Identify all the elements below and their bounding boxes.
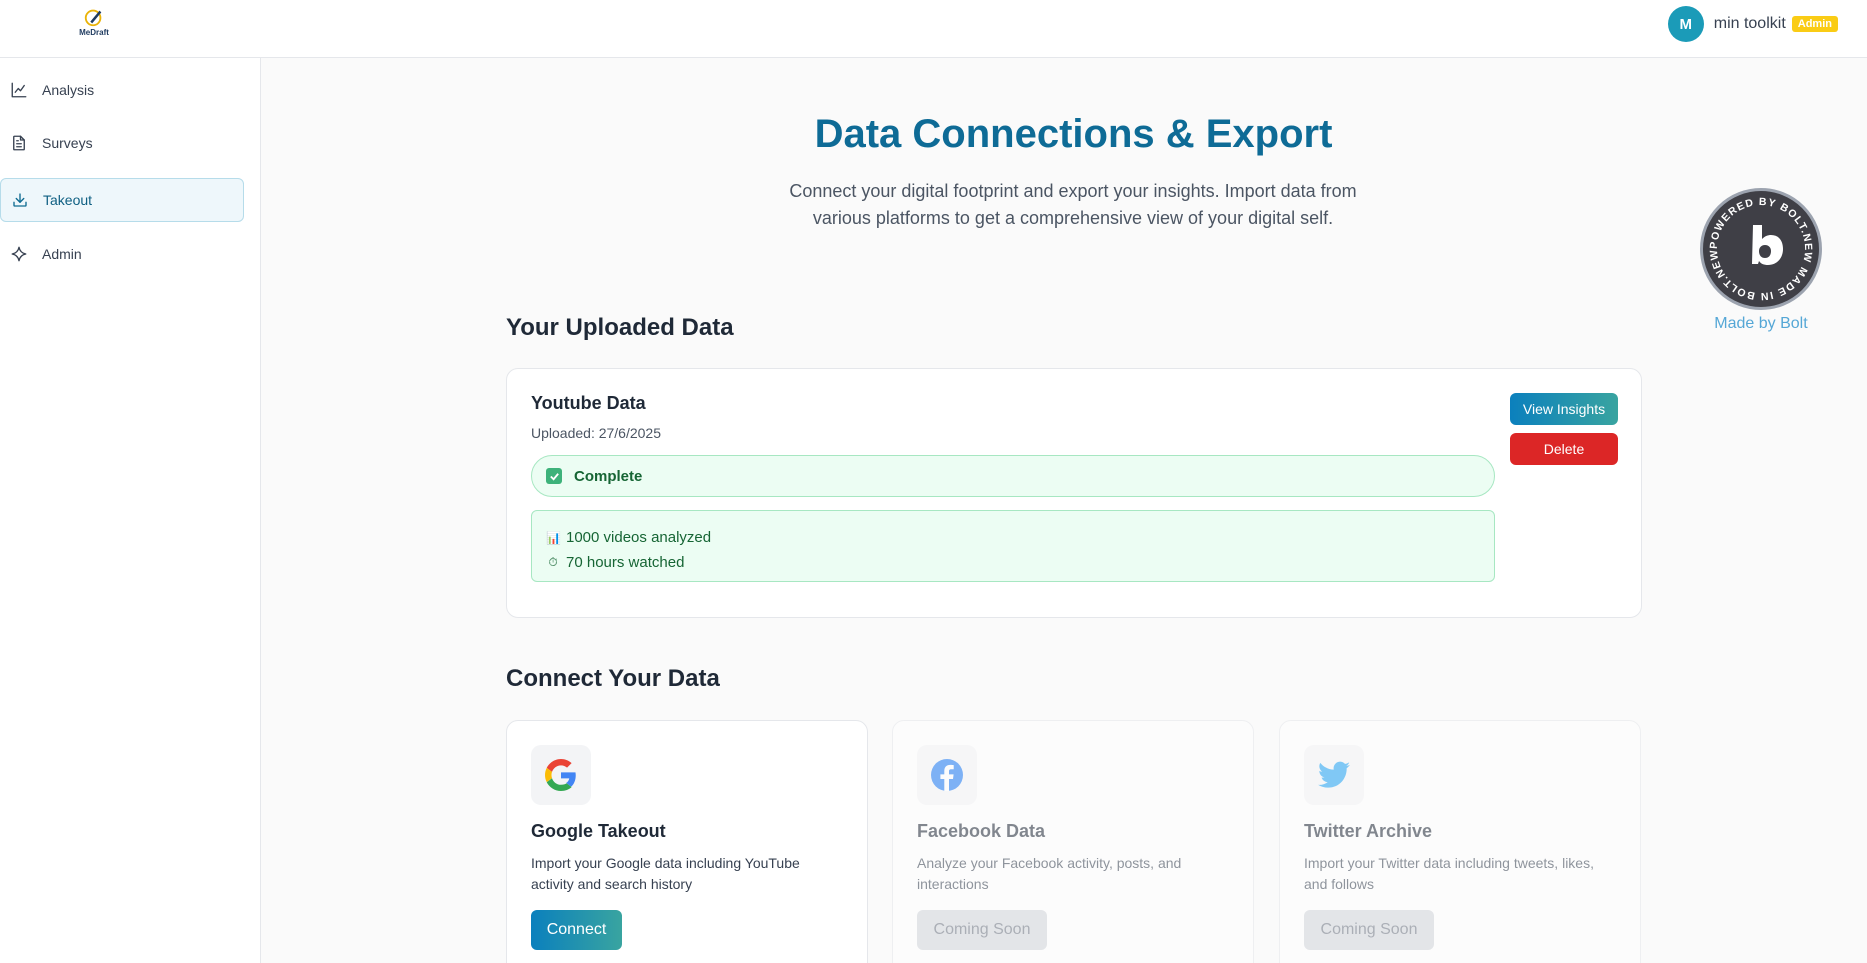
user-menu[interactable]: M min toolkit Admin bbox=[1667, 5, 1838, 43]
google-icon bbox=[531, 745, 591, 805]
connection-name: Facebook Data bbox=[917, 821, 1046, 841]
uploaded-section-title: Your Uploaded Data bbox=[506, 314, 734, 341]
download-icon bbox=[13, 193, 27, 207]
role-badge: Admin bbox=[1791, 16, 1838, 32]
twitter-icon bbox=[1304, 745, 1364, 805]
connection-description: Import your Twitter data including tweet… bbox=[1304, 855, 1594, 892]
stat-text: 70 hours watched bbox=[566, 554, 685, 571]
bolt-ring-text: POWERED BY BOLT.NEW MADE IN BOLT.NEW bbox=[1708, 196, 1813, 302]
connection-description: Import your Google data including YouTub… bbox=[531, 855, 800, 892]
facebook-icon bbox=[917, 745, 977, 805]
top-bar: MeDraft M min toolkit Admin bbox=[0, 0, 1867, 58]
sidebar-item-label: Takeout bbox=[43, 192, 93, 208]
logo-text: MeDraft bbox=[79, 28, 109, 37]
check-icon bbox=[546, 468, 562, 484]
uploaded-data-card: Youtube Data Uploaded: 27/6/2025 Complet… bbox=[506, 368, 1642, 618]
connection-name: Google Takeout bbox=[531, 821, 666, 841]
stat-text: 1000 videos analyzed bbox=[566, 529, 712, 546]
stopwatch-icon: ⏱ bbox=[548, 555, 558, 569]
document-icon bbox=[13, 135, 25, 151]
sidebar-item-label: Surveys bbox=[42, 135, 93, 151]
logo-pen-icon bbox=[84, 9, 102, 27]
sidebar-item-label: Analysis bbox=[42, 82, 95, 98]
svg-text:POWERED BY BOLT.NEW MADE IN BO: POWERED BY BOLT.NEW MADE IN BOLT.NEW bbox=[1708, 196, 1814, 302]
stat-hours: ⏱ 70 hours watched bbox=[546, 550, 1480, 575]
connect-section-title: Connect Your Data bbox=[506, 665, 720, 692]
page-subtitle: Connect your digital footprint and expor… bbox=[789, 181, 1357, 228]
connection-card-google: Google Takeout Import your Google data i… bbox=[506, 720, 868, 963]
chart-line-icon bbox=[11, 82, 27, 98]
user-name: min toolkit bbox=[1713, 15, 1786, 32]
status-badge: Complete bbox=[531, 455, 1495, 497]
bar-chart-icon: 📊 bbox=[546, 530, 561, 545]
sidebar-item-analysis[interactable]: Analysis bbox=[0, 68, 244, 112]
sidebar-item-takeout[interactable]: Takeout bbox=[0, 178, 244, 222]
sidebar: Analysis Surveys Takeout Admin bbox=[0, 58, 261, 963]
bolt-badge[interactable]: POWERED BY BOLT.NEW MADE IN BOLT.NEW bbox=[1700, 188, 1822, 310]
upload-date: Uploaded: 27/6/2025 bbox=[531, 425, 661, 441]
made-by-bolt-link[interactable]: Made by Bolt bbox=[1696, 315, 1826, 333]
stat-videos: 📊 1000 videos analyzed bbox=[546, 525, 1480, 550]
sparkle-icon bbox=[11, 246, 27, 262]
coming-soon-button[interactable]: Coming Soon bbox=[917, 910, 1047, 950]
sidebar-item-surveys[interactable]: Surveys bbox=[0, 121, 244, 165]
status-text: Complete bbox=[574, 467, 643, 485]
upload-name: Youtube Data bbox=[531, 393, 646, 413]
app-logo[interactable]: MeDraft bbox=[76, 6, 112, 42]
delete-button[interactable]: Delete bbox=[1510, 433, 1618, 465]
avatar[interactable]: M bbox=[1667, 6, 1704, 42]
sidebar-item-label: Admin bbox=[42, 246, 82, 262]
coming-soon-button[interactable]: Coming Soon bbox=[1304, 910, 1434, 950]
sidebar-item-admin[interactable]: Admin bbox=[0, 232, 244, 276]
stats-box: 📊 1000 videos analyzed ⏱ 70 hours watche… bbox=[531, 510, 1495, 582]
connection-card-twitter: Twitter Archive Import your Twitter data… bbox=[1279, 720, 1641, 963]
connection-card-facebook: Facebook Data Analyze your Facebook acti… bbox=[892, 720, 1254, 963]
connect-button[interactable]: Connect bbox=[531, 910, 622, 950]
view-insights-button[interactable]: View Insights bbox=[1510, 393, 1618, 425]
bolt-logo-icon: POWERED BY BOLT.NEW MADE IN BOLT.NEW bbox=[1708, 196, 1814, 302]
page-title: Data Connections & Export bbox=[814, 112, 1333, 156]
connection-description: Analyze your Facebook activity, posts, a… bbox=[917, 855, 1182, 892]
connection-name: Twitter Archive bbox=[1304, 821, 1433, 841]
